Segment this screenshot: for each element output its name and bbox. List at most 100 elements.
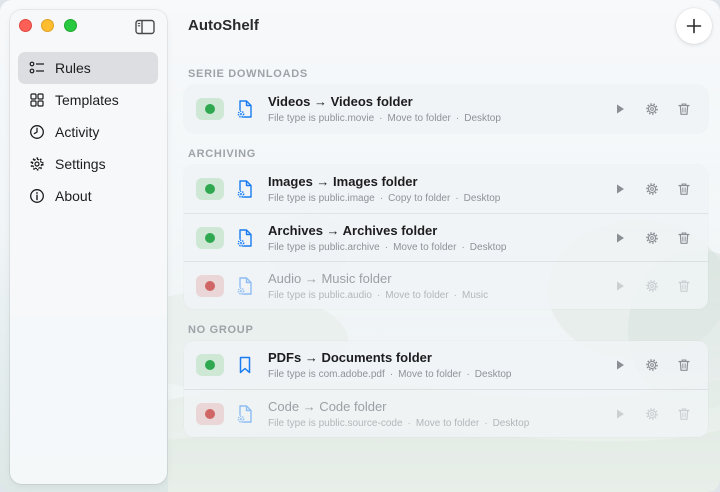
- rule-enabled-toggle[interactable]: [196, 98, 224, 120]
- rules-content: SERIE DOWNLOADS Videos → Videos folder Fi…: [184, 63, 720, 447]
- play-icon: [617, 360, 624, 370]
- rule-text: Audio → Music folder File type is public.…: [268, 270, 488, 302]
- rule-title: Videos → Videos folder: [268, 94, 413, 109]
- status-dot: [205, 184, 215, 194]
- rule-row[interactable]: PDFs → Documents folder File type is com.…: [184, 341, 708, 389]
- grid-icon: [29, 92, 45, 108]
- rule-condition: File type is public.movie: [268, 113, 375, 124]
- rule-enabled-toggle[interactable]: [196, 403, 224, 425]
- minimize-window-button[interactable]: [41, 19, 54, 32]
- separator: ·: [455, 193, 459, 204]
- delete-rule-button[interactable]: [668, 228, 700, 248]
- rule-enabled-toggle[interactable]: [196, 354, 224, 376]
- separator: ·: [453, 290, 458, 301]
- sidebar-toggle-button[interactable]: [134, 18, 156, 36]
- run-rule-button[interactable]: [604, 404, 636, 424]
- trash-icon: [678, 183, 690, 195]
- rule-destination: Desktop: [492, 418, 530, 429]
- clock-icon: [29, 124, 45, 140]
- rule-details: File type is com.adobe.pdf · Move to folde…: [268, 368, 511, 381]
- page-title: AutoShelf: [188, 17, 259, 34]
- separator: ·: [384, 242, 389, 253]
- delete-rule-button[interactable]: [668, 276, 700, 296]
- rule-condition: File type is com.adobe.pdf: [268, 369, 385, 380]
- app-window: Rules Templates Activity Settings About …: [0, 0, 720, 492]
- rule-action: Move to folder: [398, 369, 462, 380]
- rule-actions: [604, 276, 700, 296]
- section-header: NO GROUP: [188, 324, 254, 336]
- rule-enabled-toggle[interactable]: [196, 178, 224, 200]
- document-gear-icon: [235, 404, 255, 424]
- run-rule-button[interactable]: [604, 228, 636, 248]
- rule-settings-button[interactable]: [636, 179, 668, 199]
- section-header: ARCHIVING: [188, 148, 257, 160]
- sidebar-item-rules[interactable]: Rules: [18, 52, 158, 84]
- trash-icon: [678, 103, 690, 115]
- separator: ·: [484, 418, 488, 429]
- rule-destination: Desktop: [463, 193, 501, 204]
- rule-settings-button[interactable]: [636, 355, 668, 375]
- add-rule-button[interactable]: [676, 8, 712, 44]
- rule-settings-button[interactable]: [636, 276, 668, 296]
- rule-row[interactable]: Audio → Music folder File type is public.…: [184, 261, 708, 309]
- separator: ·: [376, 290, 381, 301]
- sidebar-item-about[interactable]: About: [18, 180, 158, 212]
- rule-settings-button[interactable]: [636, 228, 668, 248]
- rule-settings-button[interactable]: [636, 99, 668, 119]
- rule-condition: File type is public.image: [268, 193, 375, 204]
- maximize-window-button[interactable]: [64, 19, 77, 32]
- rule-title: PDFs → Documents folder: [268, 350, 432, 365]
- run-rule-button[interactable]: [604, 99, 636, 119]
- rules-list-icon: [29, 60, 45, 76]
- run-rule-button[interactable]: [604, 355, 636, 375]
- sidebar-item-label: Activity: [55, 124, 100, 140]
- rule-text: Code → Code folder File type is public.so…: [268, 398, 529, 430]
- rule-action: Move to folder: [393, 242, 457, 253]
- gear-icon: [646, 103, 658, 115]
- sidebar-item-activity[interactable]: Activity: [18, 116, 158, 148]
- rule-condition: File type is public.source-code: [268, 418, 403, 429]
- rule-enabled-toggle[interactable]: [196, 275, 224, 297]
- delete-rule-button[interactable]: [668, 404, 700, 424]
- separator: ·: [407, 418, 411, 429]
- separator: ·: [466, 369, 470, 380]
- gear-icon: [646, 183, 658, 195]
- rule-text: Images → Images folder File type is publi…: [268, 173, 500, 205]
- play-icon: [617, 233, 624, 243]
- run-rule-button[interactable]: [604, 179, 636, 199]
- gear-icon: [646, 232, 658, 244]
- rule-row[interactable]: Archives → Archives folder File type is p…: [184, 213, 708, 261]
- play-icon: [617, 409, 624, 419]
- rule-settings-button[interactable]: [636, 404, 668, 424]
- rule-action: Move to folder: [387, 113, 451, 124]
- rule-destination: Desktop: [474, 369, 512, 380]
- sidebar-item-label: Settings: [55, 156, 106, 172]
- rule-row[interactable]: Images → Images folder File type is publi…: [184, 165, 708, 213]
- rule-text: PDFs → Documents folder File type is com.…: [268, 349, 511, 381]
- trash-icon: [678, 232, 690, 244]
- sidebar-item-templates[interactable]: Templates: [18, 84, 158, 116]
- rule-condition: File type is public.audio: [268, 290, 372, 301]
- delete-rule-button[interactable]: [668, 355, 700, 375]
- delete-rule-button[interactable]: [668, 179, 700, 199]
- rule-action: Copy to folder: [388, 193, 451, 204]
- rule-destination: Desktop: [464, 113, 501, 124]
- rule-row[interactable]: Videos → Videos folder File type is publi…: [184, 85, 708, 133]
- run-rule-button[interactable]: [604, 276, 636, 296]
- trash-icon: [678, 280, 690, 292]
- close-window-button[interactable]: [19, 19, 32, 32]
- sidebar-item-settings[interactable]: Settings: [18, 148, 158, 180]
- status-dot: [205, 281, 215, 291]
- bookmark-icon: [235, 355, 255, 375]
- rule-row[interactable]: Code → Code folder File type is public.so…: [184, 389, 708, 437]
- separator: ·: [455, 113, 460, 124]
- play-icon: [617, 104, 624, 114]
- separator: ·: [389, 369, 394, 380]
- rule-enabled-toggle[interactable]: [196, 227, 224, 249]
- rule-destination: Music: [462, 290, 489, 301]
- delete-rule-button[interactable]: [668, 99, 700, 119]
- rule-group: Videos → Videos folder File type is publi…: [184, 85, 708, 133]
- rule-actions: [604, 99, 700, 119]
- info-icon: [29, 188, 45, 204]
- rule-actions: [604, 404, 700, 424]
